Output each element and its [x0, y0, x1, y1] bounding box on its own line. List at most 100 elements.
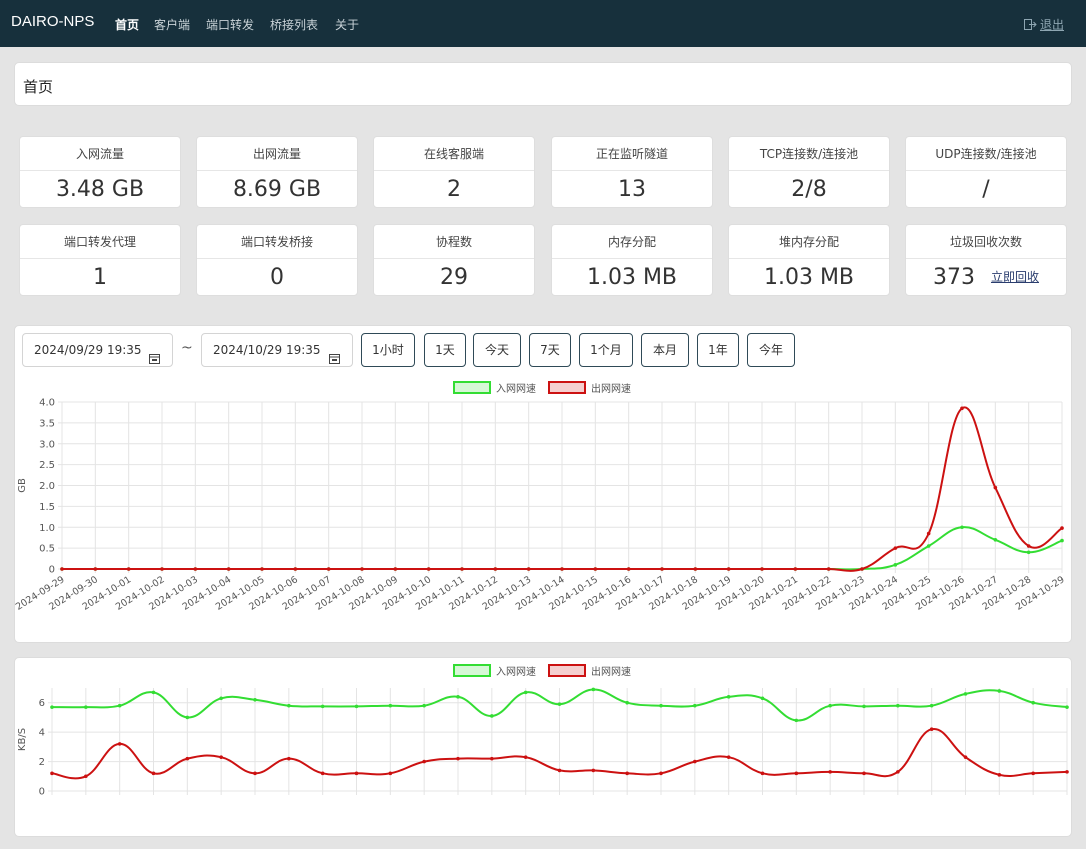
nav-item-clients[interactable]: 客户端	[154, 16, 190, 33]
data-point	[60, 567, 64, 571]
data-point	[426, 567, 431, 571]
logout-label: 退出	[1039, 18, 1064, 32]
end-date-picker[interactable]: 2024/10/29 19:35	[201, 333, 353, 367]
legend-swatch	[548, 664, 586, 677]
range-today-button[interactable]: 今天	[473, 333, 521, 367]
stat-card-port-forward-bridge: 端口转发桥接 0	[196, 224, 358, 296]
stat-value: 2/8	[791, 177, 827, 202]
range-1-month-button[interactable]: 1个月	[579, 333, 633, 367]
legend-swatch	[453, 381, 491, 394]
stat-card-heap-alloc: 堆内存分配 1.03 MB	[728, 224, 890, 296]
y-tick-label: 2	[39, 757, 45, 768]
data-point	[126, 567, 131, 571]
calendar-icon	[329, 344, 340, 376]
calendar-icon	[149, 344, 160, 376]
data-point	[760, 771, 765, 776]
data-point	[926, 544, 931, 548]
stat-label: UDP连接数/连接池	[906, 137, 1066, 171]
end-date-value: 2024/10/29 19:35	[213, 343, 321, 357]
gc-now-link[interactable]: 立即回收	[991, 270, 1039, 284]
data-point	[1026, 550, 1031, 555]
data-point	[393, 567, 398, 571]
data-point	[557, 702, 562, 706]
data-point	[593, 567, 598, 571]
data-point	[993, 537, 998, 542]
stat-card-inbound-traffic: 入网流量 3.48 GB	[19, 136, 181, 208]
range-1-year-button[interactable]: 1年	[697, 333, 739, 367]
y-tick-label: 3.5	[39, 418, 55, 429]
data-point	[760, 696, 765, 701]
data-point	[1060, 526, 1064, 530]
data-point	[84, 774, 88, 779]
nav-item-home[interactable]: 首页	[115, 16, 139, 33]
range-7-days-button[interactable]: 7天	[529, 333, 571, 367]
data-point	[117, 742, 122, 746]
logout-button[interactable]: 退出	[1023, 16, 1064, 33]
data-point	[253, 771, 257, 776]
y-tick-label: 2.5	[39, 460, 55, 471]
data-point	[93, 567, 98, 571]
data-point	[625, 700, 629, 705]
data-point	[260, 567, 264, 571]
stat-value: 373 立即回收	[906, 259, 1066, 296]
data-point	[560, 567, 564, 571]
traffic-line-chart: 入网网速 出网网速00.51.01.52.02.53.03.54.0GB2024-…	[14, 381, 1067, 613]
data-point	[726, 695, 731, 699]
data-point	[388, 771, 393, 776]
data-point	[693, 567, 698, 571]
data-point	[50, 705, 54, 709]
data-point	[896, 703, 900, 708]
range-this-month-button[interactable]: 本月	[641, 333, 689, 367]
y-tick-label: 1.5	[39, 502, 55, 513]
data-point	[1031, 700, 1035, 705]
stat-card-outbound-traffic: 出网流量 8.69 GB	[196, 136, 358, 208]
data-point	[320, 704, 325, 709]
data-point	[354, 771, 359, 776]
start-date-picker[interactable]: 2024/09/29 19:35	[22, 333, 173, 367]
stat-label: 端口转发代理	[20, 225, 180, 259]
stat-value: 13	[618, 177, 646, 202]
data-point	[490, 714, 494, 718]
data-point	[826, 567, 831, 571]
range-1-day-button[interactable]: 1天	[424, 333, 466, 367]
data-point	[253, 697, 257, 702]
logout-icon	[1023, 19, 1037, 30]
data-point	[926, 531, 931, 536]
data-point	[493, 567, 498, 571]
data-point	[660, 567, 664, 571]
data-point	[828, 770, 832, 774]
data-point	[422, 703, 426, 708]
legend-swatch	[453, 664, 491, 677]
data-point	[794, 771, 799, 776]
range-1-hour-button[interactable]: 1小时	[361, 333, 415, 367]
data-point	[659, 703, 663, 708]
stat-card-memory-alloc: 内存分配 1.03 MB	[551, 224, 713, 296]
page-title: 首页	[23, 78, 54, 96]
data-point	[526, 567, 531, 571]
data-point	[794, 718, 799, 723]
legend-label: 出网网速	[591, 665, 631, 678]
data-point	[963, 692, 968, 696]
y-tick-label: 0	[49, 565, 55, 576]
data-point	[726, 567, 731, 571]
brand-logo[interactable]: DAIRO-NPS	[11, 13, 94, 30]
data-point	[591, 768, 596, 773]
data-point	[293, 567, 298, 571]
stat-label: 端口转发桥接	[197, 225, 357, 259]
stat-card-tcp-connections: TCP连接数/连接池 2/8	[728, 136, 890, 208]
data-point	[219, 696, 223, 701]
data-point	[287, 703, 291, 708]
data-point	[929, 703, 934, 708]
y-tick-label: 4.0	[39, 398, 55, 409]
data-point	[793, 567, 798, 571]
range-this-year-button[interactable]: 今年	[747, 333, 795, 367]
stat-value: /	[982, 177, 990, 202]
data-point	[557, 768, 562, 773]
nav-item-port-forward[interactable]: 端口转发	[206, 16, 254, 33]
stat-label: 协程数	[374, 225, 534, 259]
nav-item-about[interactable]: 关于	[335, 16, 359, 33]
data-point	[726, 755, 731, 759]
data-point	[659, 771, 663, 776]
top-navbar: DAIRO-NPS 首页 客户端 端口转发 桥接列表 关于 退出	[0, 0, 1086, 47]
nav-item-bridge-list[interactable]: 桥接列表	[270, 16, 318, 33]
